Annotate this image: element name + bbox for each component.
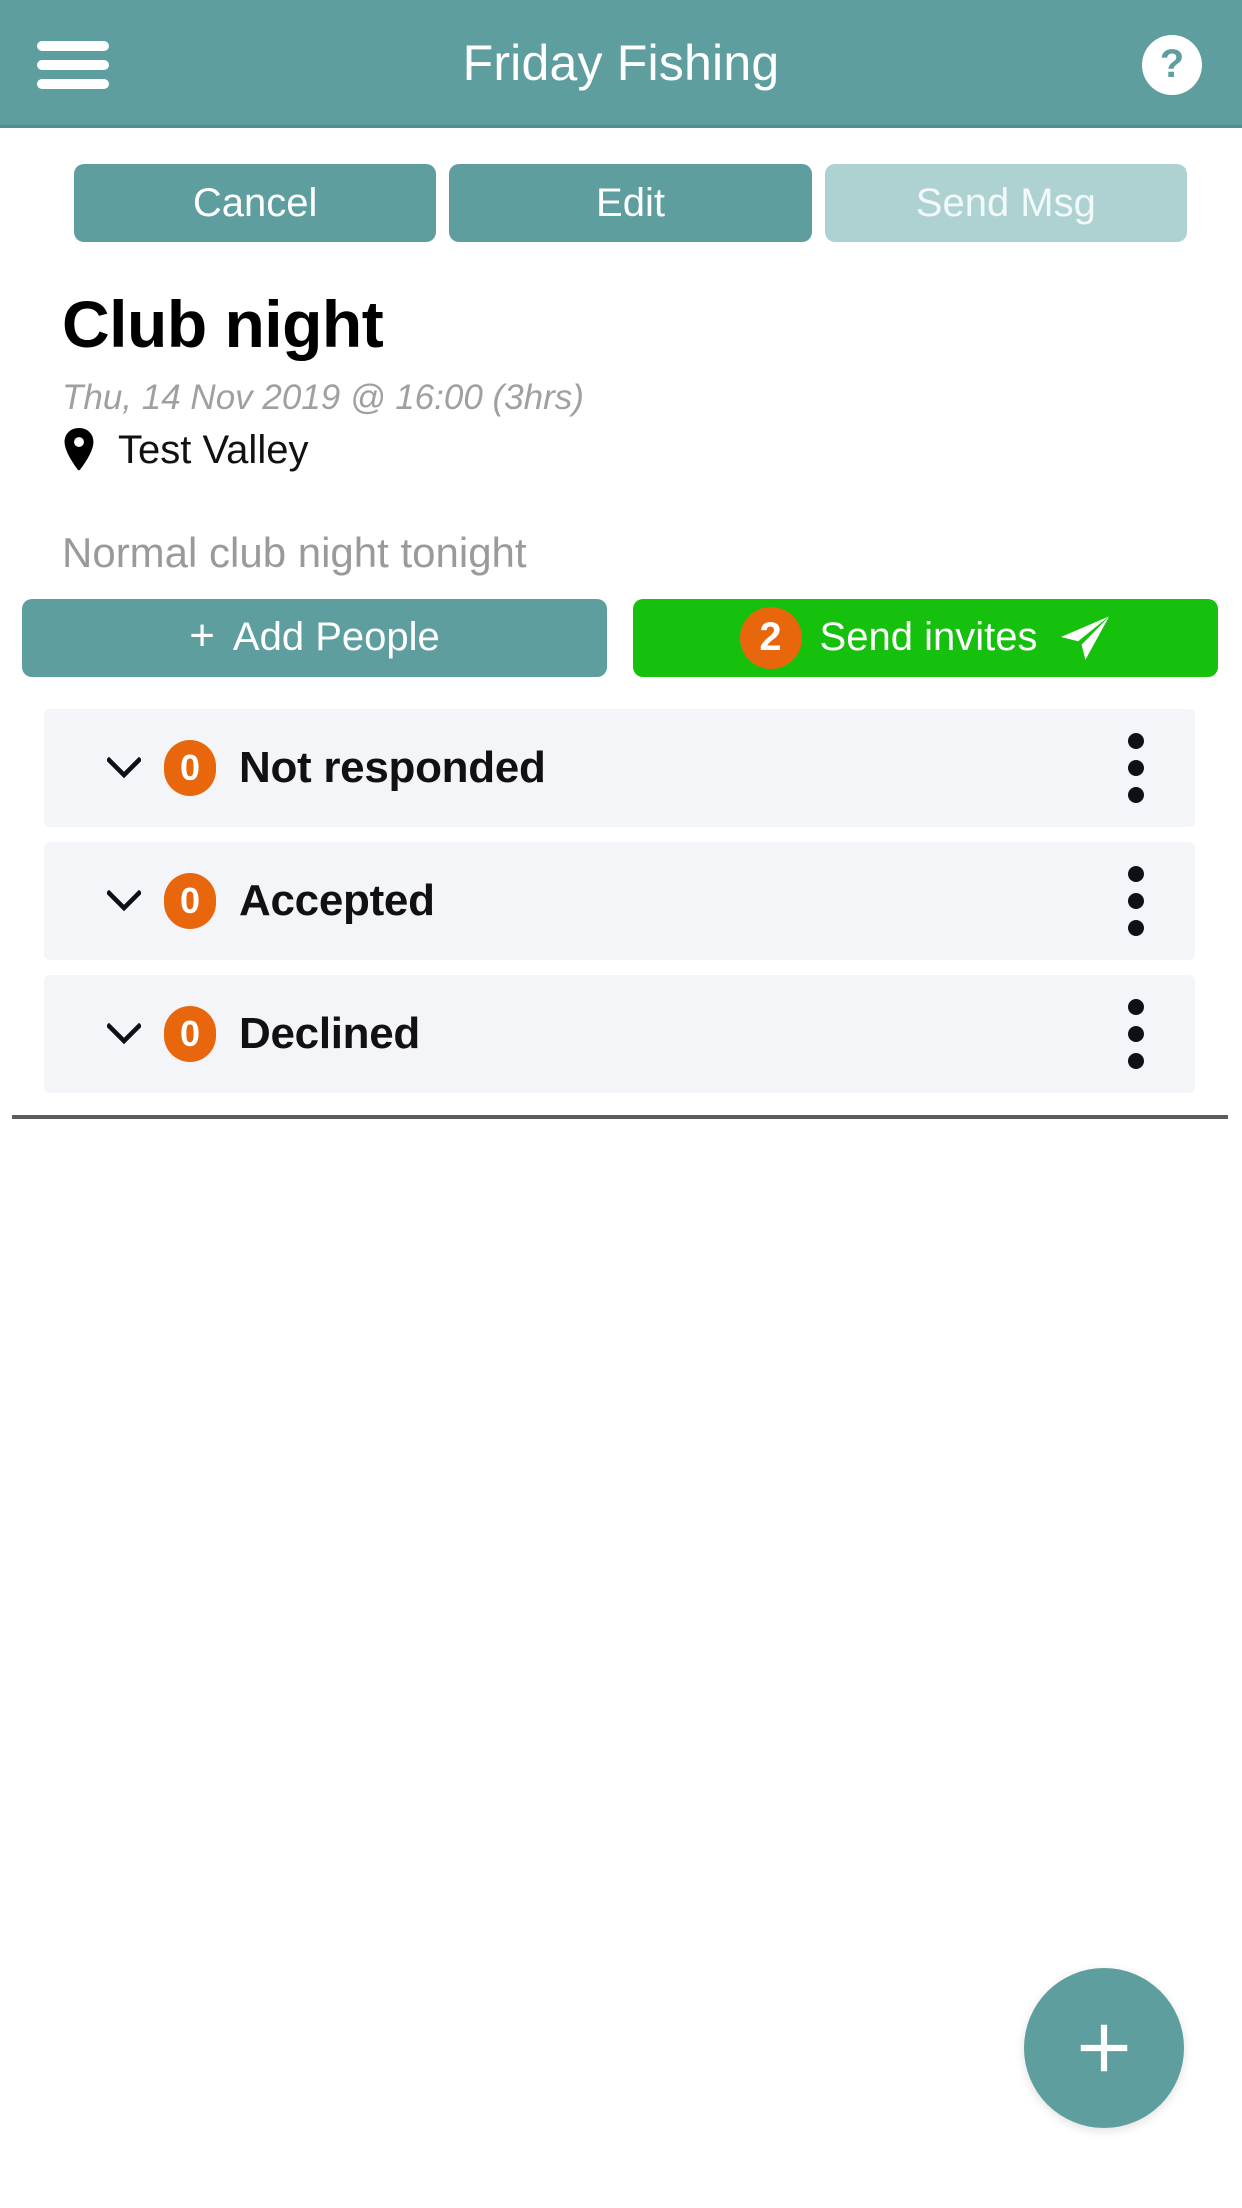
kebab-menu-icon[interactable] <box>1123 865 1149 936</box>
event-details: Club night Thu, 14 Nov 2019 @ 16:00 (3hr… <box>0 242 1242 473</box>
edit-button[interactable]: Edit <box>449 164 812 242</box>
help-button[interactable]: ? <box>1142 35 1202 95</box>
map-pin-icon <box>64 428 94 471</box>
kebab-menu-icon[interactable] <box>1123 998 1149 1069</box>
event-description: Normal club night tonight <box>62 528 527 576</box>
event-title: Club night <box>62 287 384 361</box>
top-action-bar: Cancel Edit Send Msg <box>0 128 1242 242</box>
plus-icon: + <box>189 610 215 660</box>
status-row-accepted[interactable]: 0 Accepted <box>44 841 1195 960</box>
status-row-declined[interactable]: 0 Declined <box>44 974 1195 1093</box>
status-group-list: 0 Not responded 0 Accepted 0 Declined <box>0 708 1242 1093</box>
add-people-label: Add People <box>232 615 440 660</box>
status-count-badge: 0 <box>164 872 216 929</box>
status-count-badge: 0 <box>164 739 216 796</box>
event-location: Test Valley <box>62 428 1242 473</box>
page-title: Friday Fishing <box>462 34 780 91</box>
chevron-down-icon[interactable] <box>107 756 141 779</box>
invite-action-bar: + Add People 2 Send invites <box>0 577 1242 677</box>
kebab-menu-icon[interactable] <box>1123 732 1149 803</box>
chevron-down-icon[interactable] <box>107 1022 141 1045</box>
add-people-button[interactable]: + Add People <box>22 598 607 677</box>
status-label: Declined <box>239 1008 420 1058</box>
send-msg-button[interactable]: Send Msg <box>824 164 1187 242</box>
event-location-label: Test Valley <box>118 427 309 472</box>
event-datetime: Thu, 14 Nov 2019 @ 16:00 (3hrs) <box>62 377 584 417</box>
cancel-button[interactable]: Cancel <box>74 164 437 242</box>
hamburger-bar <box>37 60 109 70</box>
add-fab-button[interactable] <box>1024 1968 1184 2128</box>
plus-icon <box>1080 2024 1128 2072</box>
hamburger-bar <box>37 79 109 89</box>
send-invites-button[interactable]: 2 Send invites <box>633 598 1218 677</box>
status-row-not-responded[interactable]: 0 Not responded <box>44 708 1195 827</box>
status-count-badge: 0 <box>164 1005 216 1062</box>
section-divider <box>12 1114 1228 1119</box>
question-mark-icon: ? <box>1159 42 1185 86</box>
hamburger-menu-icon[interactable] <box>37 41 109 89</box>
app-bar: Friday Fishing ? <box>0 0 1242 128</box>
status-label: Accepted <box>239 875 435 925</box>
hamburger-bar <box>37 41 109 51</box>
invite-count-badge: 2 <box>739 606 802 669</box>
chevron-down-icon[interactable] <box>107 889 141 912</box>
status-label: Not responded <box>239 742 546 792</box>
send-invites-label: Send invites <box>819 615 1038 660</box>
paper-plane-icon <box>1061 616 1110 660</box>
